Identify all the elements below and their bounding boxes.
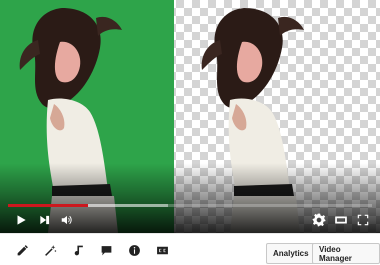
play-button[interactable] <box>12 211 30 229</box>
volume-icon <box>61 215 72 225</box>
theater-mode-icon <box>335 216 347 224</box>
progress-bar[interactable] <box>8 204 372 207</box>
pencil-icon <box>17 244 28 255</box>
player-control-bar <box>0 208 380 232</box>
play-icon <box>17 215 26 225</box>
annotations-button[interactable] <box>98 242 114 258</box>
theater-mode-button[interactable] <box>332 211 350 229</box>
subtitles-button[interactable] <box>154 242 170 258</box>
video-manager-button[interactable]: Video Manager <box>312 243 380 264</box>
analytics-button[interactable]: Analytics <box>266 243 316 264</box>
magic-wand-icon <box>44 244 56 256</box>
next-button[interactable] <box>36 211 54 229</box>
info-icon <box>128 244 140 256</box>
next-icon <box>40 215 50 225</box>
info-button[interactable] <box>126 242 142 258</box>
music-note-icon <box>74 245 83 255</box>
gear-icon <box>312 213 326 227</box>
progress-fill <box>8 204 89 207</box>
enhancements-button[interactable] <box>14 242 30 258</box>
fullscreen-icon <box>357 214 369 226</box>
cc-icon <box>156 246 168 254</box>
settings-button[interactable] <box>310 211 328 229</box>
video-player[interactable] <box>0 0 380 233</box>
speech-bubble-icon <box>101 245 111 255</box>
audio-button[interactable] <box>70 242 86 258</box>
volume-button[interactable] <box>58 211 76 229</box>
effects-button[interactable] <box>42 242 58 258</box>
fullscreen-button[interactable] <box>354 211 372 229</box>
